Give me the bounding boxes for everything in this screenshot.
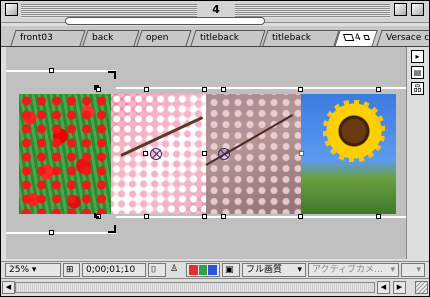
comp-bound-bottom-right: [116, 216, 406, 218]
layer-handle[interactable]: [202, 87, 207, 92]
tab-open[interactable]: open: [136, 30, 192, 46]
composition-window: 4 front03 back open titleback titleback …: [0, 0, 430, 297]
anchor-point-icon[interactable]: [218, 148, 230, 160]
show-snapshot-icon[interactable]: ♙: [168, 263, 184, 277]
rgb-channels-icon[interactable]: [186, 263, 220, 277]
composition-icon[interactable]: ▤: [411, 66, 424, 79]
viewer-status-bar: 25% ▾ ⊞ 0;00;01;10 ⌷ ♙ ▣ フル画質 ▾ アクティブカメ.…: [1, 261, 429, 278]
layer-handle[interactable]: [144, 214, 149, 219]
layer-handle[interactable]: [221, 87, 226, 92]
window-title: 4: [201, 3, 231, 16]
layer-handle[interactable]: [298, 87, 303, 92]
region-of-interest-icon[interactable]: ⊞: [63, 263, 80, 277]
layer-handle[interactable]: [143, 151, 148, 156]
selection-corner: [108, 71, 116, 79]
zoom-dropdown[interactable]: 25% ▾: [5, 263, 61, 277]
layer-handle[interactable]: [144, 87, 149, 92]
tab-close-icon[interactable]: [363, 35, 370, 40]
grid-icon[interactable]: ▣: [222, 263, 240, 277]
resize-grip-icon[interactable]: [415, 281, 428, 294]
scroll-left-icon[interactable]: ◀: [2, 281, 15, 294]
snapshot-camera-icon[interactable]: ⌷: [148, 263, 166, 277]
menu-icon[interactable]: ▸: [411, 50, 424, 63]
comp-bound-top-right: [116, 87, 406, 89]
tulip-flowers: [19, 94, 111, 214]
sunflower-head: [323, 100, 385, 162]
tab-titleback-2[interactable]: titleback: [262, 30, 340, 46]
current-time[interactable]: 0;00;01;10: [82, 263, 146, 277]
comp-bound-top-left: [6, 70, 116, 72]
layer-handle[interactable]: [376, 87, 381, 92]
chevron-down-icon: ▾: [416, 265, 421, 275]
horizontal-scrollbar[interactable]: ◀ ◀ ▶: [1, 278, 429, 296]
chevron-down-icon: ▾: [297, 265, 302, 275]
tab-back[interactable]: back: [82, 30, 140, 46]
resolution-dropdown[interactable]: フル画質 ▾: [242, 263, 306, 277]
channel-red: [189, 265, 198, 275]
layer-handle[interactable]: [221, 214, 226, 219]
layer-sunflower[interactable]: [301, 94, 396, 214]
selection-corner: [94, 213, 99, 218]
comp-bound-bottom-left: [6, 232, 116, 234]
scroll-track[interactable]: [15, 282, 375, 293]
layer-handle[interactable]: [202, 214, 207, 219]
tab-titleback[interactable]: titleback: [190, 30, 266, 46]
flowchart-icon[interactable]: 品: [411, 82, 424, 95]
layer-handle[interactable]: [376, 214, 381, 219]
viewer-side-panel: ▸ ▤ 品: [406, 47, 428, 259]
layer-handle[interactable]: [298, 214, 303, 219]
composition-tabs: front03 back open titleback titleback 4 …: [1, 26, 429, 47]
title-stripes-right: [235, 4, 390, 18]
chevron-down-icon: ▾: [390, 265, 395, 275]
close-box-icon[interactable]: [5, 3, 18, 16]
channel-green: [198, 265, 208, 275]
channel-blue: [208, 265, 218, 275]
title-scroll-indicator[interactable]: [65, 17, 265, 25]
selection-corner: [94, 85, 99, 90]
scroll-left-icon[interactable]: ◀: [377, 281, 390, 294]
layer-tulips[interactable]: [19, 94, 111, 214]
title-stripes-left: [21, 4, 197, 18]
scroll-right-icon[interactable]: ▶: [393, 281, 406, 294]
selection-corner: [108, 225, 116, 233]
camera-dropdown[interactable]: アクティブカメ... ▾: [308, 263, 399, 277]
tab-front03[interactable]: front03: [10, 30, 86, 46]
composition-viewer[interactable]: [6, 47, 406, 259]
chevron-down-icon: ▾: [31, 265, 37, 275]
zoom-box-icon[interactable]: [394, 3, 407, 16]
layer-handle-selected[interactable]: [299, 151, 304, 156]
tab-versace[interactable]: Versace c: [376, 30, 429, 46]
tab-4[interactable]: 4: [334, 30, 378, 46]
composition-icon: [343, 34, 355, 41]
view-dropdown[interactable]: ▾: [401, 263, 425, 277]
anchor-point-icon[interactable]: [150, 148, 162, 160]
collapse-box-icon[interactable]: [411, 3, 424, 16]
layer-handle[interactable]: [49, 230, 54, 235]
layer-handle[interactable]: [202, 151, 207, 156]
layer-handle[interactable]: [49, 68, 54, 73]
